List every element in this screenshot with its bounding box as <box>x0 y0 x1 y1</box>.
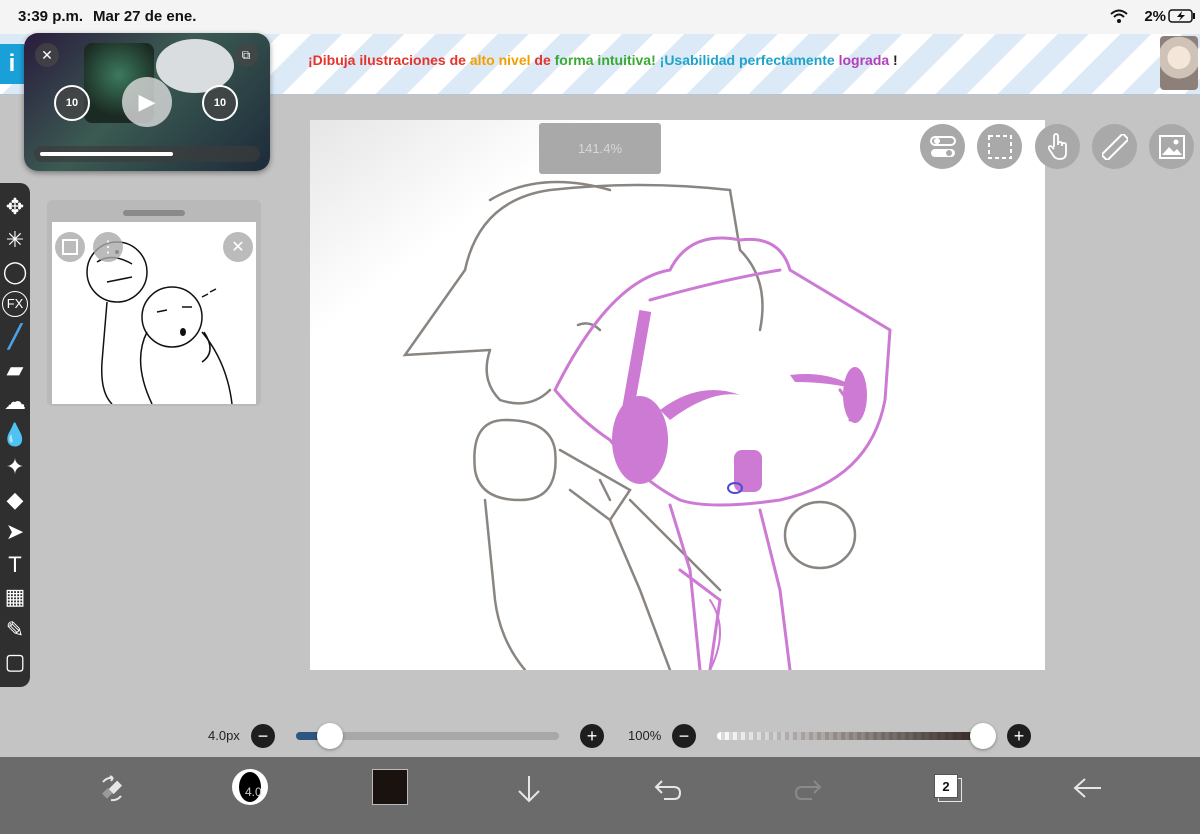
magic-wand-tool-icon[interactable]: ✳ <box>1 226 29 254</box>
brush-size-knob[interactable] <box>317 723 344 749</box>
skip-back-label: 10 <box>65 97 79 109</box>
color-swatch-button[interactable] <box>372 769 408 805</box>
reference-window[interactable]: ⋮ ✕ <box>47 200 261 406</box>
lasso-tool-icon[interactable]: ◯ <box>1 258 29 286</box>
move-down-arrow-icon[interactable] <box>512 769 546 809</box>
status-bar: 3:39 p.m. Mar 27 de ene. 2% <box>0 0 1200 34</box>
skip-forward-label: 10 <box>213 97 227 109</box>
video-pip[interactable]: ✕ ⧉ 10 ▶ 10 <box>24 33 270 171</box>
reference-more-icon[interactable]: ⋮ <box>93 232 123 262</box>
opacity-slider[interactable] <box>717 723 996 749</box>
status-time: 3:39 p.m. <box>18 8 84 25</box>
expand-pip-icon[interactable]: ⧉ <box>234 43 258 67</box>
move-tool-icon[interactable]: ✥ <box>1 193 29 221</box>
brush-size-increase-button[interactable]: + <box>580 724 604 748</box>
video-progress-fill <box>40 152 173 156</box>
video-progress-track[interactable] <box>34 146 260 162</box>
magic-brush-tool-icon[interactable]: ✦ <box>1 453 29 481</box>
ad-message-segment: ¡Usabilidad perfectamente <box>659 52 839 68</box>
touch-gesture-icon[interactable] <box>1035 124 1080 169</box>
toggle-icon[interactable] <box>920 124 965 169</box>
ad-message-segment: lograda <box>838 52 890 68</box>
play-button[interactable]: ▶ <box>122 77 172 127</box>
battery-percent: 2% <box>1144 8 1166 25</box>
wifi-icon <box>1110 8 1128 24</box>
skip-back-button[interactable]: 10 <box>54 85 90 121</box>
canvas-tool-icon[interactable]: ▢ <box>1 648 29 676</box>
brush-size-slider[interactable] <box>296 723 559 749</box>
brush-size-decrease-button[interactable]: − <box>251 724 275 748</box>
sketch-drawing <box>310 120 1045 672</box>
ad-message-segment: ¡Dibuja ilustraciones de <box>308 52 470 68</box>
slider-bar: 4.0px − + 100% − + <box>0 716 1200 756</box>
smudge-tool-icon[interactable]: ☁ <box>1 388 29 416</box>
reference-layers-icon[interactable] <box>55 232 85 262</box>
opacity-decrease-button[interactable]: − <box>672 724 696 748</box>
reference-drag-handle[interactable] <box>123 210 185 216</box>
ad-message: ¡Dibuja ilustraciones de alto nivel de f… <box>308 52 898 68</box>
opacity-label: 100% <box>628 728 662 743</box>
opacity-knob[interactable] <box>970 723 996 749</box>
back-arrow-icon[interactable] <box>1070 771 1106 805</box>
layers-button[interactable]: 2 <box>932 772 962 802</box>
redo-icon[interactable] <box>790 772 826 806</box>
ad-message-segment: de <box>534 52 555 68</box>
close-pip-icon[interactable]: ✕ <box>35 43 59 67</box>
skip-forward-button[interactable]: 10 <box>202 85 238 121</box>
battery-charging-icon <box>1168 9 1195 23</box>
ad-message-segment: alto nivel <box>469 52 535 68</box>
fill-tool-icon[interactable]: ◆ <box>1 486 29 514</box>
eyedropper-tool-icon[interactable]: ✎ <box>1 616 29 644</box>
status-date: Mar 27 de ene. <box>93 8 197 25</box>
eraser-tool-icon[interactable]: ▰ <box>1 356 29 384</box>
zoom-indicator: 141.4% <box>539 123 661 174</box>
tool-palette: ✥ ✳ ◯ FX ╱ ▰ ☁ 💧 ✦ ◆ ➤ T ▦ ✎ ▢ <box>0 183 30 687</box>
bottom-toolbar: 4.0 2 <box>0 757 1200 834</box>
undo-icon[interactable] <box>650 772 686 806</box>
fx-tool-icon[interactable]: FX <box>2 290 28 317</box>
reference-close-icon[interactable]: ✕ <box>223 232 253 262</box>
text-tool-icon[interactable]: T <box>1 551 29 579</box>
ad-message-segment: ! <box>889 52 898 68</box>
zoom-label: 141.4% <box>577 141 623 156</box>
brush-size-label: 4.0px <box>208 728 240 743</box>
select-tool-icon[interactable]: ➤ <box>1 518 29 546</box>
brush-tool-icon[interactable]: ╱ <box>1 323 29 351</box>
image-icon[interactable] <box>1149 124 1194 169</box>
drawing-canvas[interactable] <box>310 120 1045 672</box>
app-logo: i <box>0 44 24 84</box>
ad-message-segment: forma intuitiva! <box>554 52 660 68</box>
layer-count: 2 <box>942 778 950 794</box>
ad-character-avatar <box>1160 36 1198 90</box>
blur-tool-icon[interactable]: 💧 <box>1 421 29 449</box>
selection-icon[interactable] <box>977 124 1022 169</box>
opacity-increase-button[interactable]: + <box>1007 724 1031 748</box>
brush-preview-button[interactable]: 4.0 <box>232 769 268 805</box>
frame-divider-tool-icon[interactable]: ▦ <box>1 583 29 611</box>
ruler-icon[interactable] <box>1092 124 1137 169</box>
brush-eraser-switch-icon[interactable] <box>92 769 132 809</box>
brush-size-value: 4.0 <box>245 785 262 799</box>
